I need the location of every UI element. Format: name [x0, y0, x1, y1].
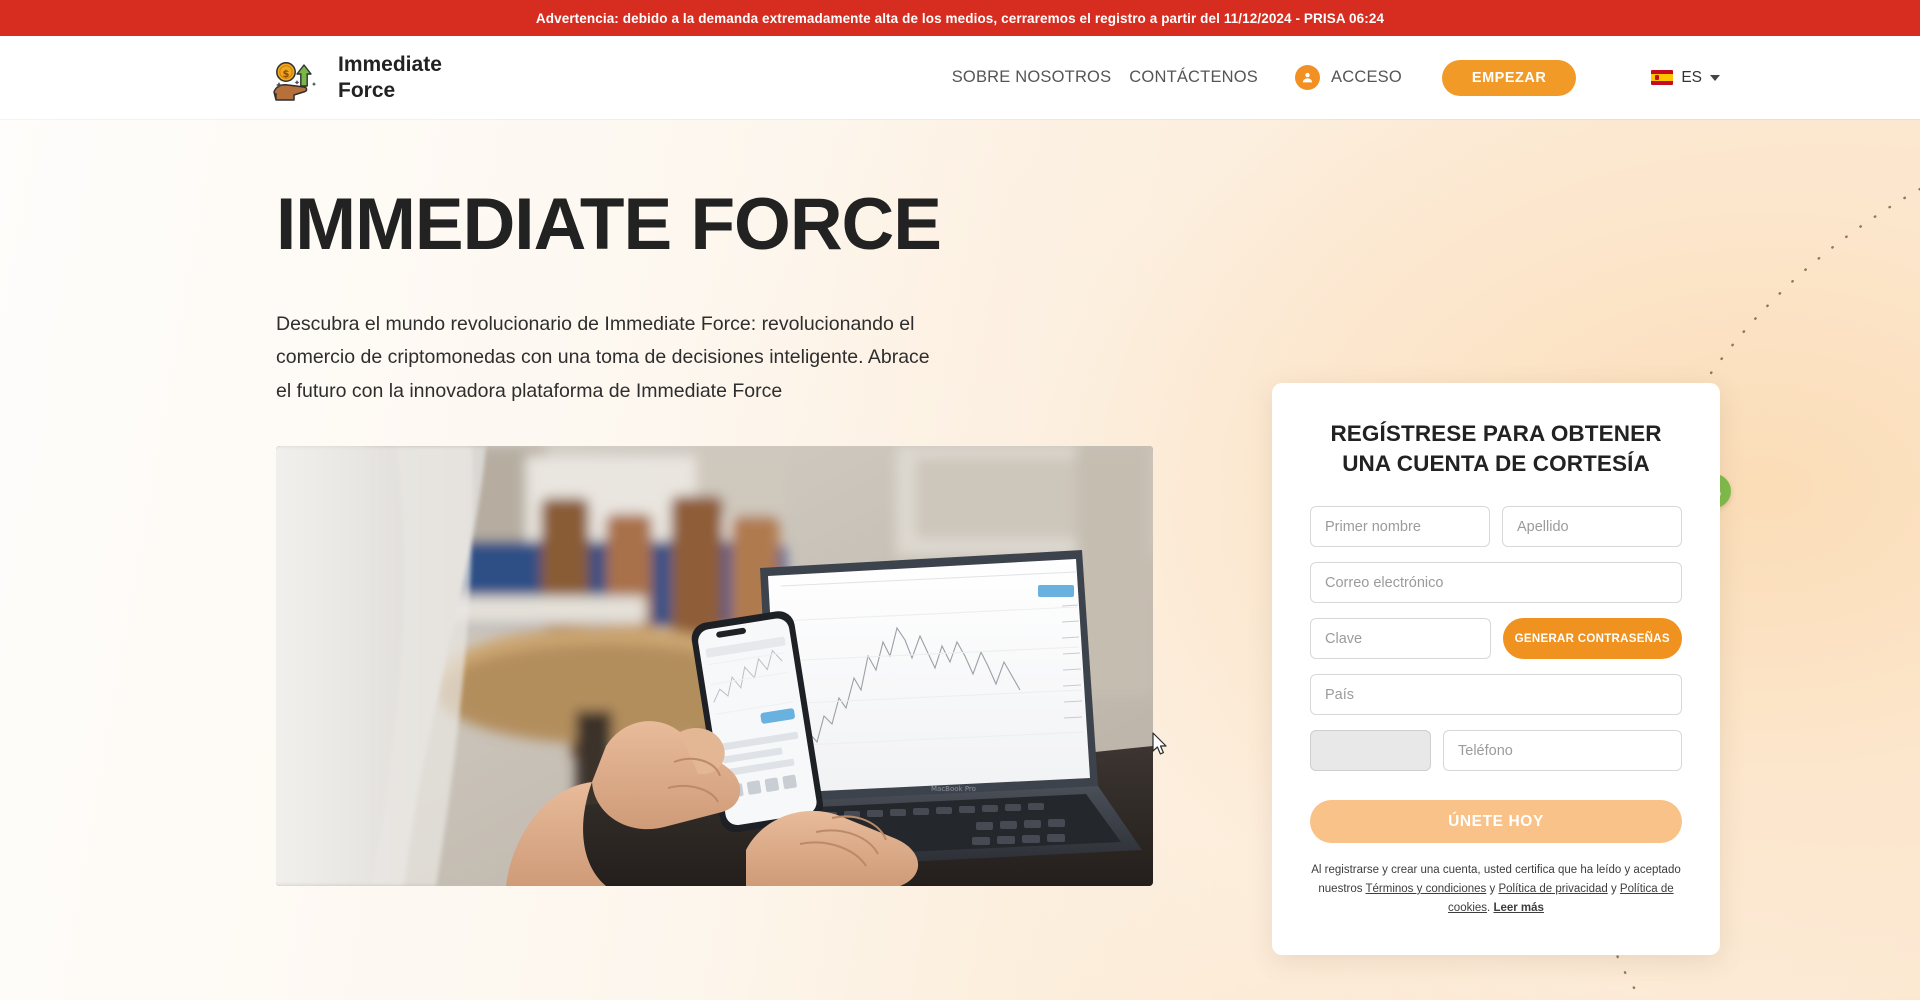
hero-inner: IMMEDIATE FORCE Descubra el mundo revolu… — [0, 119, 1920, 1000]
country-input[interactable] — [1310, 674, 1682, 716]
hero-description: Descubra el mundo revolucionario de Imme… — [276, 312, 930, 402]
privacy-policy-link[interactable]: Política de privacidad — [1498, 883, 1607, 895]
last-name-input[interactable] — [1502, 506, 1682, 548]
spain-flag-icon — [1651, 70, 1674, 85]
language-selector[interactable]: ES — [1651, 69, 1720, 87]
dial-code-select[interactable] — [1310, 730, 1431, 772]
terms-link[interactable]: Términos y condiciones — [1366, 883, 1487, 895]
chevron-down-icon — [1710, 74, 1720, 81]
legal-disclaimer: Al registrarse y crear una cuenta, usted… — [1310, 861, 1682, 917]
name-row — [1310, 506, 1682, 548]
language-code: ES — [1681, 68, 1702, 86]
hand-holding-coin-icon: $ — [270, 52, 320, 104]
password-input[interactable] — [1310, 618, 1491, 660]
hero-left-column: IMMEDIATE FORCE Descubra el mundo revolu… — [276, 119, 1156, 1000]
password-row: GENERAR CONTRASEÑAS — [1310, 618, 1682, 660]
svg-text:$: $ — [283, 69, 290, 80]
access-label: ACCESO — [1331, 68, 1402, 86]
email-input[interactable] — [1310, 562, 1682, 604]
read-more-link[interactable]: Leer más — [1493, 902, 1544, 914]
main-navigation: SOBRE NOSOTROS CONTÁCTENOS ACCESO EMPEZA… — [943, 59, 1720, 96]
first-name-input[interactable] — [1310, 506, 1490, 548]
legal-line-1: Al registrarse y crear una cuenta, usted… — [1311, 864, 1631, 877]
get-started-button[interactable]: EMPEZAR — [1441, 59, 1577, 96]
signup-form: GENERAR CONTRASEÑAS ÚNETE HOY Al registr… — [1310, 506, 1682, 917]
site-header: $ Immediate Force SOBRE NOSOTROS CONTÁCT… — [0, 36, 1920, 119]
brand-name: Immediate Force — [338, 52, 442, 102]
user-circle-icon — [1295, 65, 1321, 90]
signup-card: REGÍSTRESE PARA OBTENER UNA CUENTA DE CO… — [1272, 383, 1720, 955]
access-link[interactable]: ACCESO — [1295, 65, 1402, 90]
generate-password-button[interactable]: GENERAR CONTRASEÑAS — [1502, 618, 1682, 660]
phone-input[interactable] — [1443, 730, 1682, 772]
hero-section: ₿ IMMEDIATE FORCE Descubra el mundo revo… — [0, 119, 1920, 1000]
email-row — [1310, 562, 1682, 604]
nav-item-about[interactable]: SOBRE NOSOTROS — [943, 60, 1121, 95]
warning-banner-text: Advertencia: debido a la demanda extrema… — [535, 10, 1385, 26]
country-row — [1310, 674, 1682, 716]
hero-photo: MacBook Pro — [276, 446, 1153, 887]
phone-row — [1310, 730, 1682, 772]
nav-item-contact[interactable]: CONTÁCTENOS — [1120, 60, 1267, 95]
signup-title: REGÍSTRESE PARA OBTENER UNA CUENTA DE CO… — [1330, 421, 1662, 477]
header-inner: $ Immediate Force SOBRE NOSOTROS CONTÁCT… — [0, 52, 1920, 104]
legal-and-1: y — [1486, 882, 1499, 895]
legal-and-2: y — [1607, 882, 1620, 895]
warning-banner: Advertencia: debido a la demanda extrema… — [0, 0, 1920, 36]
join-today-button[interactable]: ÚNETE HOY — [1310, 800, 1682, 844]
hero-title: IMMEDIATE FORCE — [276, 184, 942, 265]
svg-text:MacBook Pro: MacBook Pro — [931, 785, 976, 793]
brand-logo-link[interactable]: $ Immediate Force — [270, 52, 453, 104]
